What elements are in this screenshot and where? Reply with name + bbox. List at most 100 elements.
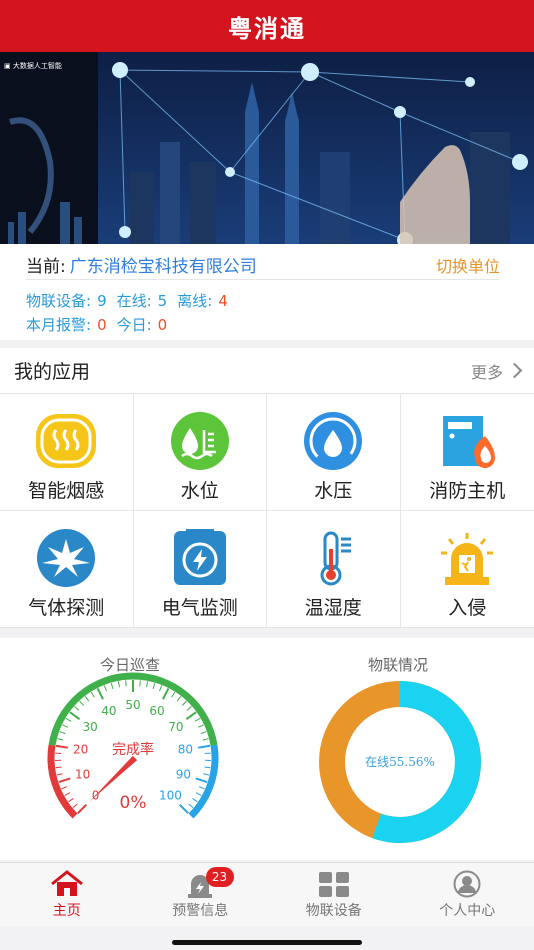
gauge-tick	[152, 682, 156, 689]
my-apps-title: 我的应用	[14, 361, 91, 383]
current-label: 当前:	[26, 257, 66, 277]
user-icon	[453, 870, 481, 897]
tab-label: 预警信息	[172, 902, 229, 919]
app-intrusion[interactable]: 入侵	[400, 511, 534, 628]
patrol-gauge-chart: 0102030405060708090100 完成率 0% 在线55.56%	[47, 672, 481, 843]
tab-label: 物联设备	[305, 902, 362, 919]
more-apps-button[interactable]: 更多	[470, 359, 523, 383]
gauge-tick	[204, 766, 211, 769]
stats-section: 今日巡查 物联情况 0102030405060708090100 完成率 0% …	[0, 638, 534, 860]
app-water-level[interactable]: 水位	[133, 394, 267, 511]
switch-unit-button[interactable]: 切换单位	[436, 253, 500, 277]
gauge-tick	[194, 717, 201, 722]
gauge-tick	[162, 688, 170, 700]
gauge-tick	[68, 798, 74, 803]
gauge-value: 0%	[120, 793, 147, 813]
gauge-tick	[197, 724, 204, 728]
gauge-tick	[188, 803, 194, 809]
gauge-tick	[198, 786, 205, 790]
tab-personal-center[interactable]: 个人中心	[401, 863, 534, 926]
gauge-tick-label: 70	[168, 720, 183, 734]
app-label: 水位	[180, 480, 219, 502]
more-label: 更多	[470, 362, 503, 382]
gauge-tick	[58, 777, 71, 784]
tab-label: 主页	[52, 902, 81, 919]
gauge-tick	[171, 691, 176, 698]
alarm-stats-row: 本月报警: 0 今日: 0	[26, 314, 177, 335]
gauge-tick-label: 80	[178, 743, 193, 757]
gauge-tick-label: 60	[149, 704, 164, 718]
tab-label: 个人中心	[439, 902, 496, 919]
app-screen: 粤消通 ▣ 大数据人工智能 当前: 广东消检宝科技有限公司 切换单位 物联设备:…	[0, 0, 534, 950]
intrusion-alarm-icon	[435, 529, 499, 587]
gauge-tick	[84, 696, 90, 702]
app-water-pressure[interactable]: 水压	[267, 394, 401, 511]
water-level-icon	[168, 412, 232, 470]
gauge-tick	[90, 691, 95, 698]
app-label: 电气监测	[161, 597, 238, 619]
today-alarm-label: 今日:	[116, 316, 152, 334]
gauge-tick	[59, 731, 66, 735]
month-alarm-label: 本月报警:	[26, 316, 92, 334]
gauge-tick	[192, 798, 198, 803]
gauge-tick	[61, 786, 68, 790]
banner-image: ▣ 大数据人工智能	[0, 52, 534, 244]
app-label: 温湿度	[304, 597, 362, 619]
offline-label: 离线:	[177, 292, 213, 310]
app-label: 消防主机	[429, 480, 506, 502]
today-alarm-count: 0	[157, 316, 168, 334]
gauge-tick	[57, 738, 64, 741]
app-label: 水压	[314, 480, 353, 502]
gauge-tick	[103, 685, 107, 692]
devices-label: 物联设备:	[26, 292, 92, 310]
my-apps-section: 我的应用 更多 智能烟感 水位 水压 消防主机 气体探测 电气监测 温湿度 入侵	[0, 348, 534, 628]
gauge-tick-label: 50	[125, 698, 140, 712]
chevron-right-icon	[506, 362, 523, 379]
app-temp-humidity[interactable]: 温湿度	[267, 511, 401, 628]
bottom-tab-bar: 主页 23 预警信息 物联设备 个人中心	[0, 862, 534, 926]
tab-home[interactable]: 主页	[0, 863, 134, 926]
month-alarm-count: 0	[97, 316, 107, 334]
current-company-row: 当前: 广东消检宝科技有限公司 切换单位	[26, 250, 500, 280]
water-pressure-icon	[301, 412, 365, 470]
gauge-tick	[181, 700, 187, 706]
smoke-detector-icon	[34, 412, 98, 470]
gauge-label: 完成率	[112, 741, 154, 758]
gauge-tick-label: 10	[75, 767, 90, 781]
app-gas-detect[interactable]: 气体探测	[0, 511, 134, 628]
app-label: 智能烟感	[28, 480, 105, 502]
apps-grid: 智能烟感 水位 水压 消防主机 气体探测 电气监测 温湿度 入侵	[0, 394, 534, 628]
gauge-tick	[178, 803, 189, 814]
gas-detect-icon	[34, 529, 98, 587]
city-network-illustration: ▣ 大数据人工智能	[0, 52, 534, 244]
app-label: 入侵	[448, 597, 487, 619]
tab-alarm-info[interactable]: 23 预警信息	[134, 863, 268, 926]
gauge-tick	[159, 685, 163, 692]
gauge-tick	[74, 706, 80, 711]
devices-count: 9	[97, 292, 107, 310]
gauge-tick	[176, 696, 182, 702]
current-company-name: 广东消检宝科技有限公司	[69, 257, 257, 277]
gauge-tick-label: 100	[159, 788, 182, 802]
app-electric-monitor[interactable]: 电气监测	[133, 511, 267, 628]
grid-icon	[318, 871, 349, 897]
gauge-tick	[79, 700, 85, 706]
gauge-tick	[202, 738, 209, 741]
tab-iot-devices[interactable]: 物联设备	[267, 863, 401, 926]
gauge-tick	[139, 680, 141, 687]
gauge-tick-label: 90	[176, 767, 191, 781]
gauge-tick	[55, 766, 62, 769]
app-fire-host[interactable]: 消防主机	[400, 394, 534, 511]
app-smoke-detector[interactable]: 智能烟感	[0, 394, 134, 511]
gauge-tick	[203, 773, 210, 776]
gauge-tick	[56, 773, 63, 776]
gauge-tick	[195, 792, 202, 797]
home-indicator	[172, 940, 362, 945]
online-label: 在线:	[116, 292, 152, 310]
gauge-tick	[55, 744, 68, 749]
gauge-tick	[195, 777, 208, 784]
thermometer-icon	[301, 529, 365, 587]
gauge-tick	[72, 803, 78, 809]
gauge-tick	[77, 803, 88, 814]
gauge-tick	[69, 711, 81, 721]
